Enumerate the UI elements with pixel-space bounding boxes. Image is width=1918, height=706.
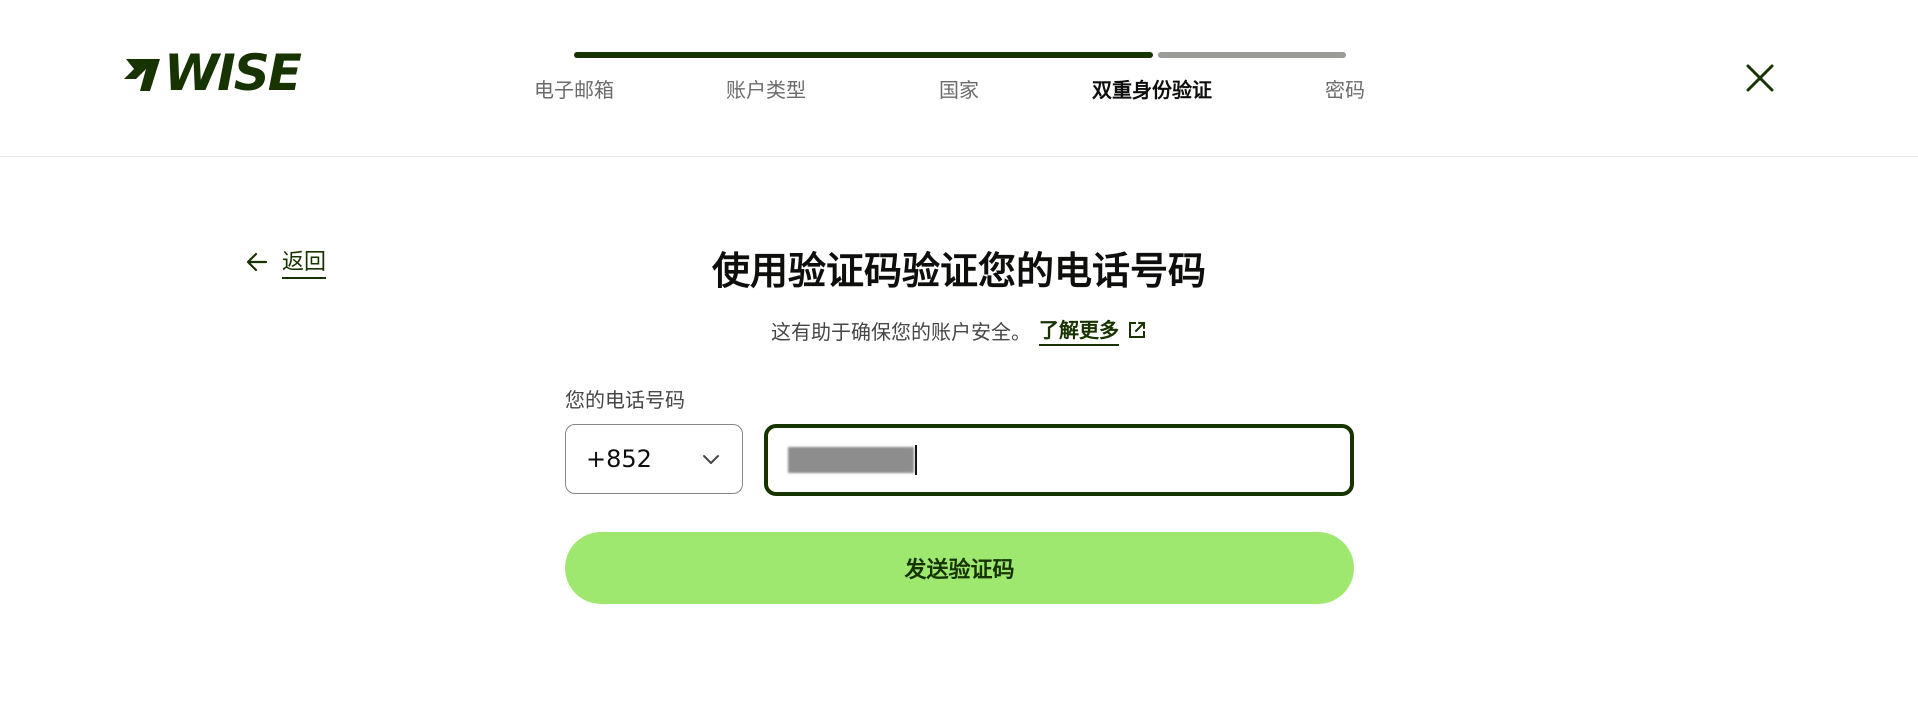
chevron-down-icon — [703, 455, 719, 464]
step-two-factor: 双重身份验证 — [1092, 78, 1212, 102]
phone-field-label: 您的电话号码 — [565, 388, 685, 412]
step-email: 电子邮箱 — [534, 78, 614, 102]
phone-number-input[interactable]: 17485916 — [764, 424, 1354, 496]
step-account-type: 账户类型 — [726, 78, 806, 102]
text-caret — [915, 445, 918, 475]
country-code-value: +852 — [586, 445, 652, 473]
page: WISE 电子邮箱 账户类型 国家 双重身份验证 密码 返回 使用验证码验证您的… — [0, 0, 1918, 706]
header: WISE 电子邮箱 账户类型 国家 双重身份验证 密码 — [0, 0, 1918, 157]
close-button[interactable] — [1740, 58, 1780, 98]
close-icon — [1746, 64, 1774, 92]
subtitle-text: 这有助于确保您的账户安全。 — [771, 319, 1031, 344]
step-password: 密码 — [1325, 78, 1365, 102]
learn-more-link[interactable]: 了解更多 — [1039, 314, 1119, 346]
page-title: 使用验证码验证您的电话号码 — [711, 249, 1206, 293]
country-code-select[interactable]: +852 — [565, 424, 743, 494]
external-link-icon[interactable] — [1127, 320, 1147, 340]
progress-bar-remaining — [1158, 52, 1346, 58]
send-code-button[interactable]: 发送验证码 — [565, 532, 1354, 604]
subtitle: 这有助于确保您的账户安全。 了解更多 — [0, 314, 1918, 346]
progress-stepper: 电子邮箱 账户类型 国家 双重身份验证 密码 — [0, 0, 1918, 156]
phone-number-value: 17485916 — [788, 446, 915, 474]
progress-bar-completed — [574, 52, 1153, 58]
step-country: 国家 — [939, 78, 979, 102]
